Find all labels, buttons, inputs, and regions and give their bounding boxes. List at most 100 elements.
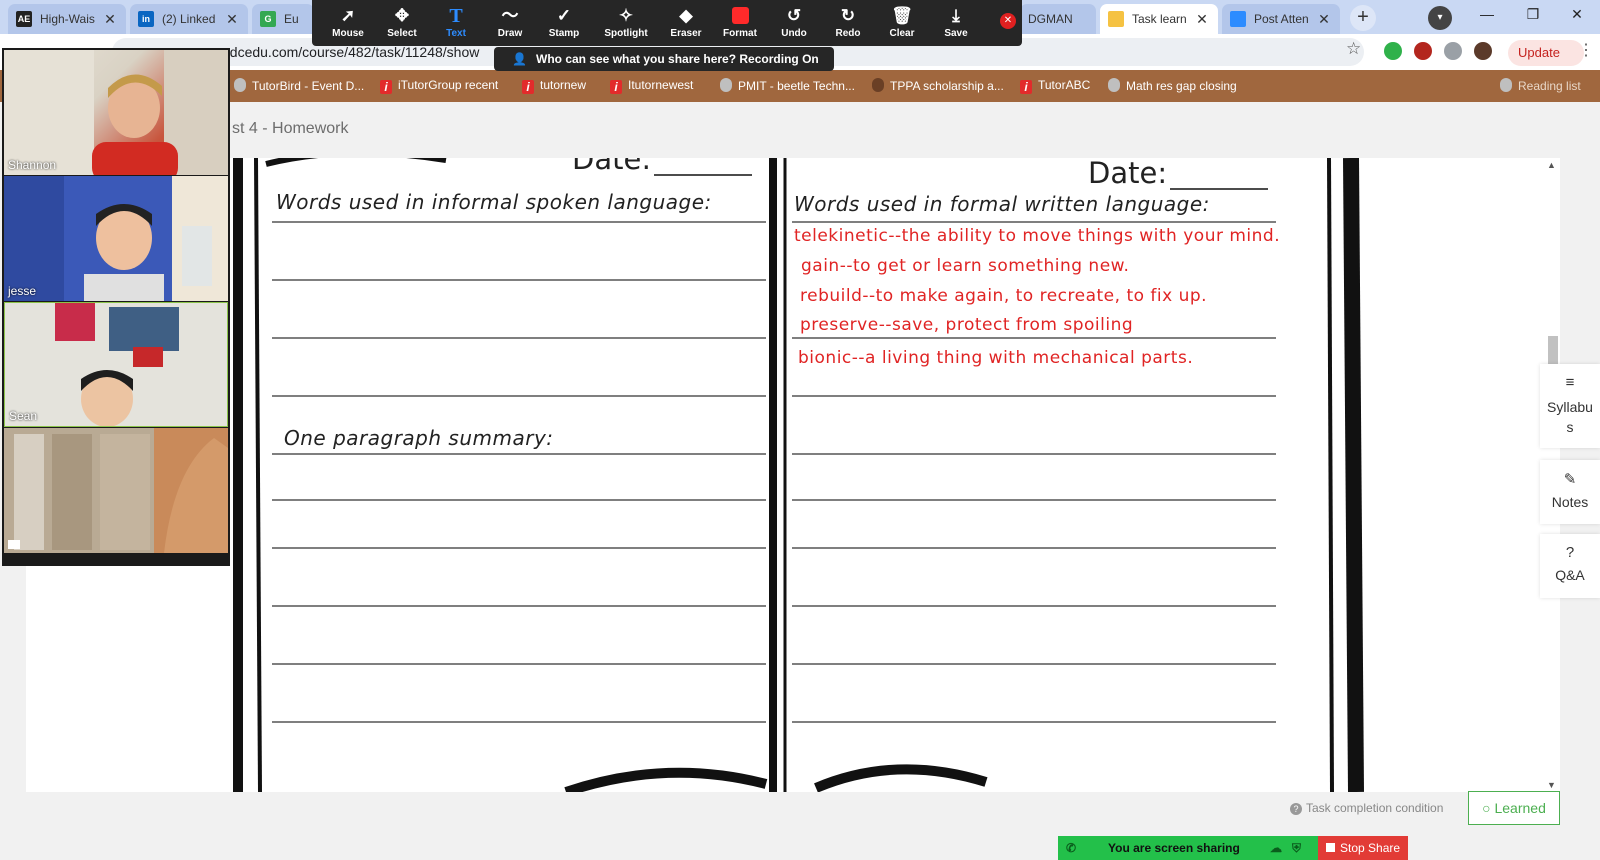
close-icon[interactable]: ✕ [1316, 11, 1332, 28]
participant-name: Sean [9, 409, 38, 423]
tool-label: Stamp [548, 28, 580, 39]
task-completion-condition[interactable]: ? Task completion condition [1290, 801, 1443, 815]
stop-share-button[interactable]: Stop Share [1318, 836, 1408, 860]
scroll-thumb[interactable] [1548, 336, 1558, 366]
avatar[interactable] [1474, 42, 1492, 60]
participant-tile[interactable]: Sean [4, 302, 228, 427]
puzzle-icon[interactable] [1444, 42, 1462, 60]
close-icon[interactable]: ✕ [102, 11, 118, 28]
globe-icon [1108, 78, 1120, 92]
tool-text[interactable]: T Text [428, 4, 484, 39]
notes-button[interactable]: ✎ Notes [1540, 460, 1600, 524]
tab-2[interactable]: G Eu [252, 4, 314, 34]
close-annotation-icon[interactable]: ✕ [1000, 13, 1016, 29]
participant-tile[interactable]: jesse [4, 176, 228, 301]
tool-label: Undo [781, 28, 807, 39]
who-can-see-banner[interactable]: 👤 Who can see what you share here? Recor… [494, 47, 834, 71]
worksheet-viewer[interactable]: Date: Date: Words used in informal spoke… [26, 158, 1544, 792]
text-icon: T [449, 5, 463, 27]
linkedin-icon: in [138, 11, 154, 27]
tool-label: Mouse [332, 28, 364, 39]
restore-icon[interactable]: ❐ [1510, 0, 1556, 30]
spotlight-icon: ✧ [618, 6, 634, 25]
participant-video [4, 428, 228, 553]
tool-label: Save [944, 28, 968, 39]
worksheet-drawing [233, 158, 1364, 792]
ublock-icon[interactable] [1414, 42, 1432, 60]
tool-format[interactable]: Format [712, 4, 768, 39]
bookmark-favicon-icon [234, 78, 246, 92]
summary-heading: One paragraph summary: [284, 426, 554, 450]
tab-1[interactable]: in (2) Linked ✕ [130, 4, 248, 34]
close-icon[interactable]: ✕ [224, 11, 240, 28]
tool-spotlight[interactable]: ✧ Spotlight [598, 4, 654, 39]
tool-mouse[interactable]: ➚ Mouse [320, 4, 376, 39]
tool-redo[interactable]: ↻ Redo [820, 4, 876, 39]
circle-icon: ○ [1482, 800, 1495, 816]
close-icon[interactable]: ✕ [1194, 11, 1210, 28]
itutor-icon: i [1020, 80, 1032, 94]
cursor-icon: ➚ [340, 6, 356, 25]
tool-save[interactable]: ⤓ Save [928, 4, 984, 39]
learned-button[interactable]: ○ Learned [1468, 791, 1560, 825]
learned-label: Learned [1494, 800, 1546, 816]
tool-draw[interactable]: 〜 Draw [482, 4, 538, 39]
informal-heading: Words used in informal spoken language: [276, 190, 712, 214]
bookmark-item[interactable]: TutorBird - Event D... [234, 78, 364, 93]
bookmark-item[interactable]: Math res gap closing [1108, 78, 1237, 93]
screen-sharing-bar[interactable]: ✆ You are screen sharing ☁ ⛨ [1058, 836, 1318, 860]
shield-icon: ⛨ [1292, 841, 1302, 855]
vocab-note: gain--to get or learn something new. [801, 256, 1130, 276]
tool-undo[interactable]: ↺ Undo [766, 4, 822, 39]
vocab-note: bionic--a living thing with mechanical p… [798, 348, 1194, 368]
tool-label: Eraser [670, 28, 702, 39]
tool-label: Clear [889, 28, 915, 39]
qa-button[interactable]: ? Q&A [1540, 534, 1600, 598]
bookmark-label: TutorBird - Event D... [252, 79, 365, 93]
tab-0[interactable]: AE High-Wais ✕ [8, 4, 126, 34]
new-tab-button[interactable]: + [1350, 5, 1376, 31]
tab-3[interactable]: DGMAN [1020, 4, 1096, 34]
minimize-icon[interactable]: — [1464, 0, 1510, 30]
person-icon: 👤 [512, 52, 527, 66]
participant-tile[interactable] [4, 428, 228, 553]
zoom-annotation-toolbar: ➚ Mouse ✥ Select T Text 〜 Draw ✓ Stamp ✧ Spotl… [312, 0, 1022, 46]
tab-search-icon[interactable]: ▾ [1428, 6, 1452, 30]
tool-select[interactable]: ✥ Select [374, 4, 430, 39]
eraser-icon: ◆ [679, 6, 693, 25]
tab-label: Task learn [1132, 12, 1187, 26]
color-swatch-icon [712, 4, 768, 28]
window-close-icon[interactable]: ✕ [1554, 0, 1600, 30]
tab-5[interactable]: Post Atten ✕ [1222, 4, 1340, 34]
tool-stamp[interactable]: ✓ Stamp [536, 4, 592, 39]
extension-icon[interactable] [1384, 42, 1402, 60]
bookmark-star-icon[interactable]: ☆ [1346, 39, 1361, 59]
update-button[interactable]: Update [1508, 40, 1584, 66]
bookmark-favicon-icon [872, 78, 884, 92]
tab-label: (2) Linked [162, 12, 216, 26]
bookmark-item[interactable]: PMIT - beetle Techn... [720, 78, 855, 93]
tool-clear[interactable]: 🗑 Clear [874, 4, 930, 39]
tool-eraser[interactable]: ◆ Eraser [658, 4, 714, 39]
completion-label: Task completion condition [1306, 801, 1444, 815]
bookmark-item[interactable]: i Itutornewest [610, 78, 693, 94]
participant-video [55, 303, 179, 426]
bookmark-item[interactable]: i TutorABC [1020, 78, 1090, 94]
participant-tile[interactable]: Shannon [4, 50, 228, 175]
bookmark-label: iTutorGroup recent [398, 78, 499, 92]
scroll-up-icon[interactable]: ▲ [1547, 160, 1556, 170]
tab-4[interactable]: Task learn ✕ [1100, 4, 1218, 34]
bookmark-item[interactable]: TPPA scholarship a... [872, 78, 1004, 93]
move-icon: ✥ [394, 6, 410, 25]
reading-list[interactable]: Reading list [1500, 78, 1581, 93]
qa-label: Q&A [1555, 567, 1585, 583]
participant-name: Shannon [8, 158, 57, 172]
help-icon: ? [1290, 803, 1302, 815]
scroll-down-icon[interactable]: ▼ [1547, 780, 1556, 790]
trash-icon: 🗑 [891, 6, 913, 25]
syllabus-button[interactable]: ≡ Syllabu s [1540, 364, 1600, 448]
bookmark-item[interactable]: i tutornew [522, 78, 586, 94]
menu-icon[interactable]: ⋮ [1578, 40, 1594, 60]
bookmark-item[interactable]: i iTutorGroup recent [380, 78, 498, 94]
tab-label: High-Wais [40, 12, 95, 26]
